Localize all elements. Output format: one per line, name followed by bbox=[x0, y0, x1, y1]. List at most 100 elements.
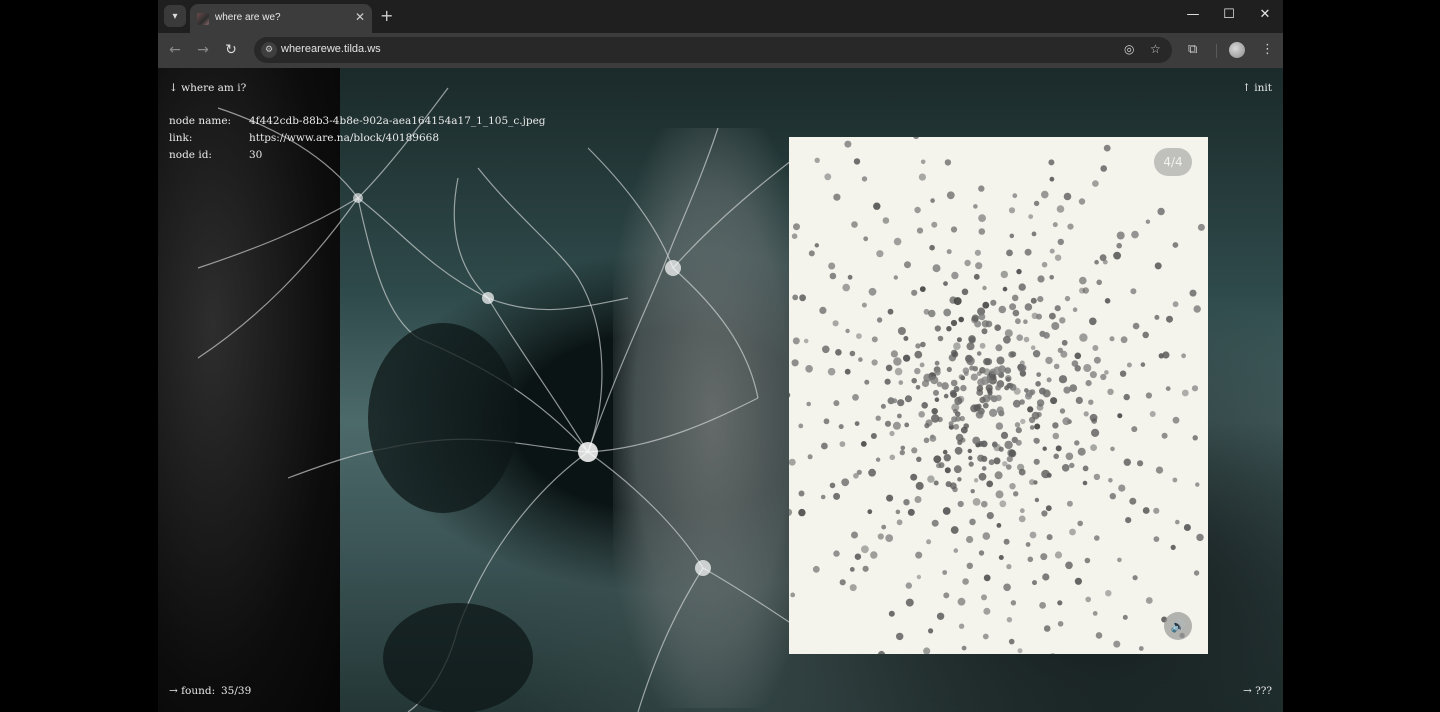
burst-dot bbox=[915, 551, 923, 559]
burst-dot bbox=[1145, 392, 1152, 399]
burst-dot bbox=[942, 507, 951, 515]
burst-dot bbox=[847, 274, 853, 280]
burst-dot bbox=[978, 550, 985, 556]
burst-dot bbox=[1074, 577, 1082, 585]
burst-dot bbox=[1110, 446, 1115, 452]
burst-dot bbox=[1015, 427, 1022, 434]
burst-dot bbox=[1155, 466, 1164, 474]
burst-dot bbox=[1008, 207, 1016, 214]
close-window-icon[interactable]: ✕ bbox=[1255, 7, 1275, 22]
where-am-i-link[interactable]: ↓ where am i? bbox=[169, 82, 246, 94]
burst-dot bbox=[966, 562, 973, 569]
burst-dot bbox=[1036, 313, 1042, 320]
burst-dot bbox=[958, 374, 964, 380]
burst-dot bbox=[1092, 611, 1098, 616]
node-name-value: 4f442cdb-88b3-4b8e-902a-aea164154a17_1_1… bbox=[249, 115, 546, 127]
burst-dot bbox=[903, 354, 911, 362]
burst-dot bbox=[1041, 469, 1050, 479]
tab-active[interactable]: where are we? ✕ bbox=[190, 4, 372, 33]
burst-dot bbox=[958, 316, 964, 323]
burst-dot bbox=[1123, 458, 1131, 466]
burst-dot bbox=[950, 319, 958, 327]
burst-dot bbox=[1005, 377, 1011, 382]
burst-dot bbox=[941, 382, 949, 390]
burst-dot bbox=[968, 455, 973, 461]
close-icon[interactable]: ✕ bbox=[355, 10, 365, 24]
burst-dot bbox=[910, 473, 918, 481]
burst-dot bbox=[1014, 422, 1021, 428]
eye-off-icon[interactable]: ◎ bbox=[1124, 42, 1134, 56]
burst-dot bbox=[806, 401, 811, 407]
arrow-right-icon[interactable]: → bbox=[194, 42, 212, 58]
burst-dot bbox=[907, 508, 915, 516]
burst-dot bbox=[1002, 286, 1008, 292]
burst-dot bbox=[1007, 382, 1014, 389]
burst-dot bbox=[889, 430, 895, 437]
burst-dot bbox=[1058, 375, 1068, 384]
burst-dot bbox=[903, 499, 910, 506]
block-link[interactable]: https://www.are.na/block/40189668 bbox=[249, 132, 439, 144]
url-text[interactable]: wherearewe.tilda.ws bbox=[281, 43, 381, 55]
burst-dot bbox=[791, 233, 798, 239]
burst-dot bbox=[1028, 214, 1034, 219]
burst-dot bbox=[920, 159, 926, 165]
burst-dot bbox=[944, 159, 952, 166]
burst-dot bbox=[986, 512, 994, 520]
burst-dot bbox=[981, 328, 988, 335]
tune-icon[interactable]: ⚙ bbox=[261, 42, 277, 58]
plus-icon[interactable]: + bbox=[380, 6, 393, 25]
burst-dot bbox=[1104, 298, 1111, 304]
burst-dot bbox=[1092, 180, 1099, 187]
burst-dot bbox=[958, 623, 965, 629]
burst-dot bbox=[992, 441, 998, 448]
burst-dot bbox=[905, 395, 913, 402]
avatar[interactable] bbox=[1229, 42, 1245, 58]
burst-dot bbox=[913, 137, 919, 140]
burst-dot bbox=[931, 221, 938, 228]
burst-dot bbox=[1040, 553, 1048, 561]
star-icon[interactable]: ☆ bbox=[1150, 42, 1161, 56]
burst-dot bbox=[876, 250, 884, 258]
chevron-down-icon[interactable]: ▾ bbox=[164, 5, 186, 27]
address-bar[interactable]: ⚙ wherearewe.tilda.ws ◎ ☆ bbox=[254, 37, 1172, 63]
reload-icon[interactable]: ↻ bbox=[222, 42, 240, 58]
burst-dot bbox=[1052, 432, 1060, 440]
burst-dot bbox=[971, 314, 979, 322]
burst-dot bbox=[946, 249, 952, 255]
burst-dot bbox=[1125, 517, 1132, 524]
burst-dot bbox=[1023, 336, 1030, 343]
media-card[interactable]: 4/4 🔊 bbox=[789, 137, 1208, 654]
burst-dot bbox=[1010, 600, 1017, 606]
burst-dot bbox=[861, 545, 869, 554]
maximize-icon[interactable]: ☐ bbox=[1219, 7, 1239, 22]
unknown-link[interactable]: → ??? bbox=[1243, 685, 1272, 697]
init-link[interactable]: ↑ init bbox=[1242, 82, 1272, 94]
volume-icon[interactable]: 🔊 bbox=[1164, 612, 1192, 640]
burst-dot bbox=[1057, 621, 1064, 627]
burst-dot bbox=[1079, 333, 1088, 342]
burst-dot bbox=[1011, 294, 1019, 302]
burst-dot bbox=[938, 462, 945, 469]
more-vertical-icon[interactable]: ⋮ bbox=[1261, 42, 1274, 57]
burst-dot bbox=[833, 550, 840, 557]
burst-dot bbox=[1091, 428, 1100, 437]
burst-dot bbox=[995, 422, 1004, 430]
burst-dot bbox=[841, 478, 850, 487]
burst-dot bbox=[1092, 345, 1099, 351]
burst-dot bbox=[967, 448, 972, 454]
burst-dot bbox=[1096, 279, 1102, 286]
burst-dot bbox=[946, 366, 952, 373]
burst-dot bbox=[854, 553, 862, 560]
burst-dot bbox=[953, 465, 962, 474]
burst-dot bbox=[969, 365, 975, 371]
link-label: link: bbox=[169, 132, 193, 144]
burst-dot bbox=[893, 237, 902, 246]
arrow-left-icon[interactable]: ← bbox=[166, 42, 184, 58]
minimize-icon[interactable]: — bbox=[1183, 7, 1203, 22]
burst-dot bbox=[881, 524, 887, 530]
burst-dot bbox=[833, 492, 841, 500]
burst-dot bbox=[858, 357, 863, 362]
burst-dot bbox=[1069, 462, 1075, 469]
burst-dot bbox=[918, 411, 925, 418]
puzzle-icon[interactable]: ⧉ bbox=[1188, 42, 1197, 57]
